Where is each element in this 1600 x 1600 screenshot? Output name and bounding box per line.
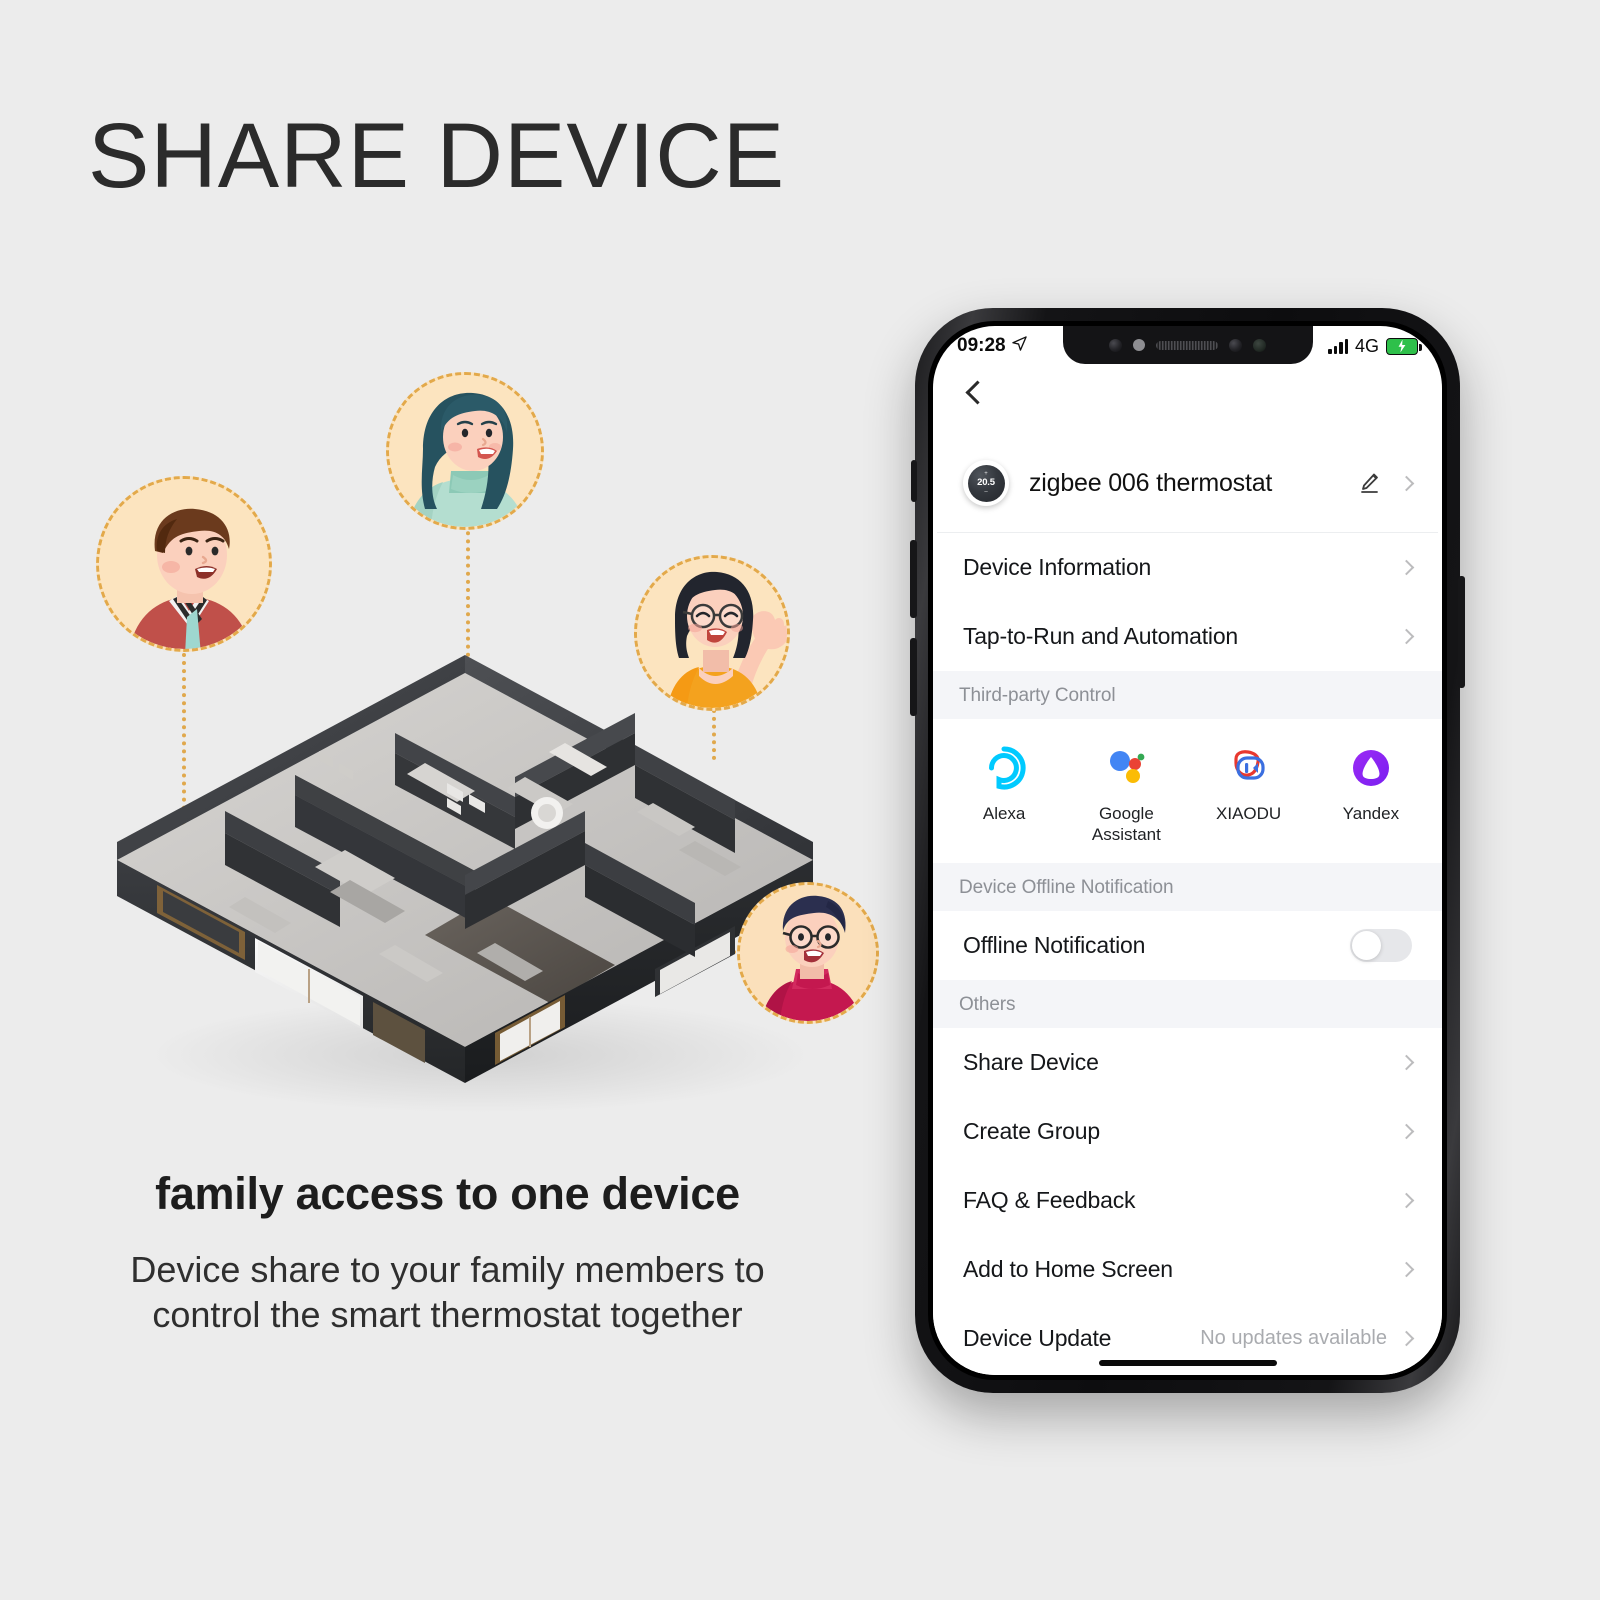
settings-list: + 20.5 – zigbee 006 thermostat Device In… [933, 438, 1442, 1375]
row-label: Add to Home Screen [963, 1256, 1173, 1283]
battery-charging-icon [1386, 337, 1422, 355]
google-assistant-logo-icon [1103, 745, 1149, 791]
chevron-right-icon [1398, 1262, 1415, 1278]
section-header-others: Others [933, 980, 1442, 1029]
row-right: No updates available [1200, 1327, 1415, 1350]
caption-heading: family access to one device [155, 1168, 740, 1219]
row-right [1398, 1124, 1415, 1140]
device-name-label: zigbee 006 thermostat [1029, 468, 1273, 497]
section-header-offline: Device Offline Notification [933, 863, 1442, 912]
caption-subtext-line1: Device share to your family members to [130, 1249, 765, 1290]
chevron-right-icon [1398, 1193, 1415, 1209]
caption-subtext: Device share to your family members to c… [0, 1248, 895, 1337]
row-label: Device Information [963, 554, 1152, 580]
avatar [737, 882, 879, 1024]
caption-subtext-line2: control the smart thermostat together [152, 1293, 743, 1335]
chevron-right-icon [1398, 628, 1415, 645]
third-party-label: Yandex [1342, 804, 1400, 823]
phone-notch [1062, 326, 1313, 364]
ambient-light-sensor-icon [1253, 338, 1266, 352]
row-faq-and-feedback[interactable]: FAQ & Feedback [937, 1166, 1438, 1236]
page-title: SHARE DEVICE [88, 105, 786, 207]
chevron-right-icon [1398, 1055, 1415, 1071]
row-right [1398, 1055, 1415, 1071]
row-right [1398, 628, 1415, 645]
row-right [1398, 1193, 1415, 1209]
third-party-label: Alexa [982, 804, 1026, 823]
chevron-right-icon [1398, 1124, 1415, 1140]
third-party-item-alexa[interactable]: Alexa [943, 745, 1065, 845]
third-party-label-line1: Google [1098, 804, 1154, 823]
nav-bar [933, 366, 1442, 438]
row-label: Device Update [963, 1325, 1112, 1352]
chevron-right-icon [1398, 1331, 1415, 1347]
chevron-right-icon [1398, 559, 1415, 576]
row-label: Tap-to-Run and Automation [963, 623, 1239, 649]
row-device-information[interactable]: Device Information [937, 533, 1438, 602]
pencil-edit-icon[interactable] [1357, 471, 1381, 495]
dial-plus-label: + [984, 471, 988, 478]
yandex-alice-logo-icon [1348, 745, 1394, 791]
home-indicator-bar[interactable] [1098, 1360, 1277, 1366]
phone-bezel: 09:28 4G + 20.5 – zigbee 006 thermostat … [928, 321, 1447, 1380]
phone-volume-down-button[interactable] [910, 638, 917, 716]
row-right [1398, 1262, 1415, 1278]
third-party-item-xiaodu[interactable]: XIAODU [1188, 745, 1310, 845]
phone-mute-switch[interactable] [911, 460, 917, 502]
third-party-item-google-assistant[interactable]: Google Assistant [1065, 745, 1187, 845]
section-header-third-party: Third-party Control [933, 671, 1442, 719]
row-create-group[interactable]: Create Group [937, 1097, 1438, 1167]
infrared-camera-icon [1229, 338, 1242, 352]
dial-minus-label: – [984, 488, 988, 495]
phone-power-button[interactable] [1458, 576, 1465, 688]
avatar-image-woman-mint-sweater [389, 375, 541, 527]
offline-notification-toggle[interactable] [1350, 929, 1412, 963]
alexa-logo-icon [981, 745, 1027, 791]
avatar-image-man-red-jacket [99, 479, 269, 649]
row-offline-notification[interactable]: Offline Notification [937, 911, 1438, 981]
row-label: Offline Notification [963, 932, 1146, 959]
phone-volume-up-button[interactable] [910, 540, 917, 618]
location-arrow-icon [1011, 335, 1027, 357]
dial-temperature-value: 20.5 [977, 477, 995, 489]
back-button[interactable] [965, 380, 990, 405]
row-tap-to-run-and-automation[interactable]: Tap-to-Run and Automation [937, 602, 1438, 671]
row-add-to-home-screen[interactable]: Add to Home Screen [937, 1235, 1438, 1305]
avatar-image-man-crimson-turtleneck [740, 885, 876, 1021]
row-label: FAQ & Feedback [963, 1187, 1136, 1214]
thermostat-dial-face: + 20.5 – [967, 464, 1005, 502]
third-party-item-yandex[interactable]: Yandex [1310, 745, 1432, 845]
avatar [386, 372, 544, 530]
chevron-right-icon [1398, 475, 1415, 491]
third-party-label: XIAODU [1216, 804, 1282, 823]
third-party-control-grid: Alexa Google Assistant XIAODU Yandex [933, 719, 1442, 864]
status-bar-right: 4G [1328, 335, 1422, 357]
avatar [634, 555, 790, 711]
front-camera-icon [1109, 338, 1122, 352]
device-header-row[interactable]: + 20.5 – zigbee 006 thermostat [937, 438, 1438, 533]
proximity-sensor-icon [1133, 339, 1145, 351]
avatar [96, 476, 272, 652]
thermostat-dial-icon: + 20.5 – [963, 460, 1009, 506]
third-party-label: Google Assistant [1092, 804, 1161, 845]
xiaodu-logo-icon [1226, 745, 1272, 791]
phone-screen: 09:28 4G + 20.5 – zigbee 006 thermostat … [933, 326, 1442, 1375]
device-update-status: No updates available [1200, 1327, 1387, 1350]
row-right [1398, 559, 1415, 576]
isometric-floorplan [95, 645, 835, 1115]
third-party-label-line2: Assistant [1091, 824, 1161, 844]
network-type-label: 4G [1354, 335, 1379, 356]
avatar-image-woman-orange-waving [637, 558, 787, 708]
status-bar-left: 09:28 [957, 335, 1027, 357]
earpiece-speaker-icon [1156, 340, 1218, 350]
poster-root: SHARE DEVICE family access to one device… [0, 0, 1600, 1600]
phone-mockup: 09:28 4G + 20.5 – zigbee 006 thermostat … [910, 308, 1465, 1393]
illustration-area [0, 300, 920, 1160]
row-share-device[interactable]: Share Device [937, 1028, 1438, 1098]
signal-bars-icon [1328, 338, 1348, 354]
row-label: Share Device [963, 1049, 1099, 1076]
row-label: Create Group [963, 1118, 1100, 1145]
toggle-knob [1352, 931, 1381, 961]
status-time: 09:28 [957, 335, 1006, 356]
